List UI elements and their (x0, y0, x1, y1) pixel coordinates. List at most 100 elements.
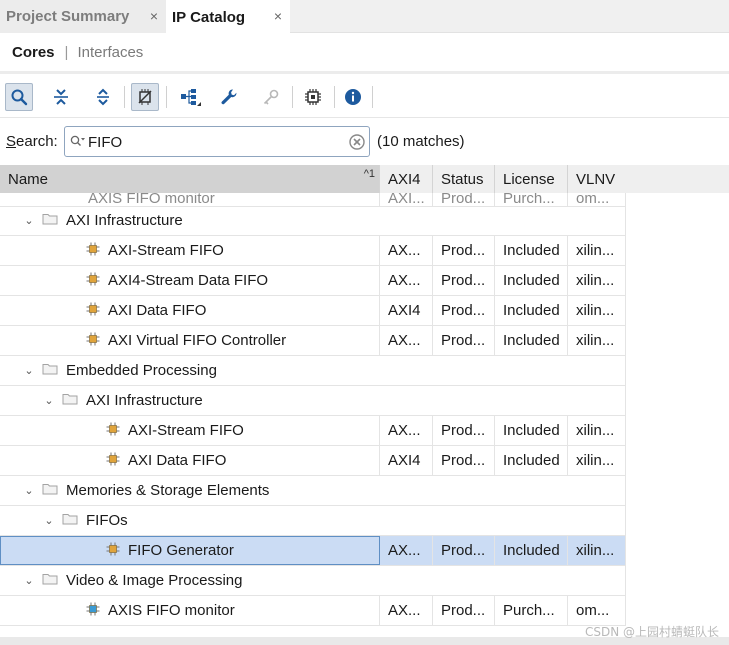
table-row[interactable]: AXI Data FIFO AXI4 Prod... Included xilin... (0, 446, 626, 476)
close-icon[interactable]: × (272, 9, 284, 23)
search-toggle-button[interactable] (5, 83, 33, 111)
tab-cores[interactable]: Cores (12, 44, 55, 61)
cell-axi4: AXI4 (380, 296, 433, 325)
collapse-all-icon (54, 89, 68, 105)
cell-status: Prod... (433, 296, 495, 325)
customize-ip-button[interactable] (131, 83, 159, 111)
cell-vlnv: xilin... (568, 296, 626, 325)
watermark: CSDN @上园村蜻蜓队长 (584, 625, 719, 639)
ip-name: AXI Data FIFO (128, 452, 227, 469)
tree-group-row[interactable]: ⌄ Embedded Processing (0, 356, 626, 386)
info-icon (345, 89, 361, 105)
column-header-name[interactable]: Name ^1 (0, 165, 380, 193)
tab-interfaces[interactable]: Interfaces (77, 44, 143, 61)
header-filler (626, 165, 729, 193)
tab-project-summary[interactable]: Project Summary × (0, 0, 166, 33)
cell-axi4: AX... (380, 266, 433, 295)
cell-name: AXIS FIFO monitor (0, 596, 380, 625)
ip-core-icon (106, 422, 120, 440)
cell-axi4: AX... (380, 236, 433, 265)
collapse-all-button[interactable] (47, 83, 75, 111)
cell-axi4: AXI4 (380, 446, 433, 475)
tree-group-row[interactable]: ⌄ Video & Image Processing (0, 566, 626, 596)
tab-label: Project Summary (6, 8, 130, 25)
cell-license: Included (495, 416, 568, 445)
chevron-down-icon[interactable]: ⌄ (22, 484, 36, 497)
cell-vlnv: xilin... (568, 236, 626, 265)
tree-group-row[interactable]: ⌄ FIFOs (0, 506, 626, 536)
customize-ip-icon (138, 89, 152, 105)
cell-name: ⌄ Video & Image Processing (0, 566, 626, 595)
cell-vlnv: xilin... (568, 326, 626, 355)
clear-search-icon[interactable] (349, 134, 365, 150)
ip-name: AXI Virtual FIFO Controller (108, 332, 287, 349)
ip-core-icon (86, 302, 100, 320)
search-label-text: earch: (16, 133, 58, 150)
chevron-down-icon[interactable]: ⌄ (22, 574, 36, 587)
chip-icon (305, 89, 321, 105)
table-row[interactable]: AXI Virtual FIFO Controller AX... Prod... I… (0, 326, 626, 356)
cell-status: Prod... (433, 596, 495, 625)
expand-all-button[interactable] (89, 83, 117, 111)
close-icon[interactable]: × (148, 9, 160, 23)
column-header-axi4[interactable]: AXI4 (380, 165, 433, 193)
group-label: Embedded Processing (66, 362, 217, 379)
tree-group-row[interactable]: ⌄ Memories & Storage Elements (0, 476, 626, 506)
key-icon (263, 89, 279, 105)
table-row[interactable]: AXI Data FIFO AXI4 Prod... Included xilin... (0, 296, 626, 326)
ip-chip-button[interactable] (299, 83, 327, 111)
cell-name: AXI-Stream FIFO (0, 416, 380, 445)
column-header-status[interactable]: Status (433, 165, 495, 193)
search-box[interactable] (64, 126, 370, 157)
cell-license: Purch... (495, 596, 568, 625)
column-header-vlnv[interactable]: VLNV (568, 165, 626, 193)
cell-name: ⌄ Embedded Processing (0, 356, 626, 385)
settings-button[interactable] (215, 83, 243, 111)
table-row[interactable]: AXI-Stream FIFO AX... Prod... Included xilin… (0, 236, 626, 266)
folder-icon (42, 212, 58, 229)
catalog-view-switcher: Cores | Interfaces (0, 34, 729, 74)
cell-license: Included (495, 266, 568, 295)
chevron-down-icon[interactable]: ⌄ (42, 514, 56, 527)
ip-catalog-table: Name ^1 AXI4 Status License VLNV AXIS FI… (0, 165, 729, 635)
ip-name: AXI Data FIFO (108, 302, 207, 319)
cell-name: AXI Data FIFO (0, 446, 380, 475)
search-label: Search: (6, 133, 58, 150)
hierarchy-button[interactable] (176, 83, 204, 111)
cell-name: AXI Data FIFO (0, 296, 380, 325)
wrench-icon (221, 89, 237, 105)
chevron-down-icon[interactable]: ⌄ (22, 214, 36, 227)
tab-ip-catalog[interactable]: IP Catalog × (166, 0, 290, 34)
hierarchy-icon (181, 89, 201, 106)
column-header-label: Name (8, 170, 49, 188)
info-button[interactable] (339, 83, 367, 111)
table-row[interactable]: FIFO Generator AX... Prod... Included xilin.… (0, 536, 626, 566)
ip-name: AXI-Stream FIFO (108, 242, 224, 259)
license-button[interactable] (257, 83, 285, 111)
folder-icon (42, 572, 58, 589)
table-row[interactable]: AXI-Stream FIFO AX... Prod... Included xilin… (0, 416, 626, 446)
tree-group-row[interactable]: ⌄ AXI Infrastructure (0, 206, 626, 236)
chevron-down-icon[interactable]: ⌄ (42, 394, 56, 407)
cell-name: AXIS FIFO monitor (0, 193, 380, 206)
folder-icon (62, 392, 78, 409)
chevron-down-icon[interactable]: ⌄ (22, 364, 36, 377)
cell-axi4: AXI... (380, 193, 433, 206)
cell-name: ⌄ Memories & Storage Elements (0, 476, 626, 505)
cell-name: ⌄ AXI Infrastructure (0, 386, 626, 415)
column-header-license[interactable]: License (495, 165, 568, 193)
search-label-mnemonic: S (6, 133, 17, 150)
ip-name: AXIS FIFO monitor (108, 602, 235, 619)
cell-status: Prod... (433, 416, 495, 445)
match-count: (10 matches) (377, 133, 465, 150)
table-row[interactable]: AXIS FIFO monitor AXI... Prod... Purch... om… (0, 193, 626, 207)
table-row[interactable]: AXI4-Stream Data FIFO AX... Prod... Include… (0, 266, 626, 296)
search-icon (11, 89, 28, 106)
group-label: FIFOs (86, 512, 128, 529)
table-row[interactable]: AXIS FIFO monitor AX... Prod... Purch... om.… (0, 596, 626, 626)
editor-tab-bar: Project Summary × IP Catalog × (0, 0, 729, 34)
group-label: Video & Image Processing (66, 572, 243, 589)
search-input[interactable] (88, 131, 338, 153)
tree-group-row[interactable]: ⌄ AXI Infrastructure (0, 386, 626, 416)
cell-vlnv: xilin... (568, 536, 626, 565)
